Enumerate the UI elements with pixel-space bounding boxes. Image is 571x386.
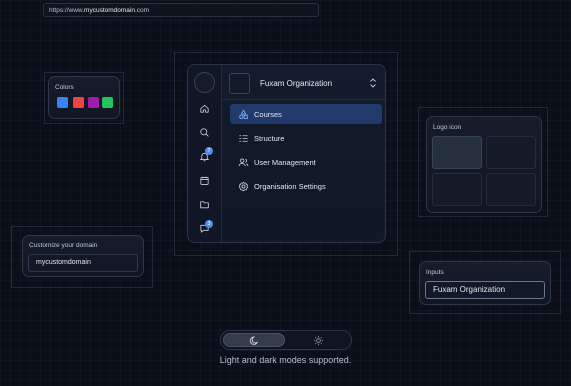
- nav-label-user-management: User Management: [254, 158, 316, 167]
- address-bar[interactable]: https://www.mycustomdomain.com: [43, 3, 319, 17]
- org-name: Fuxam Organization: [260, 79, 333, 88]
- icon-rail: 7 3: [188, 65, 222, 242]
- nav-item-organisation-settings[interactable]: Organisation Settings: [230, 176, 382, 196]
- url-host: mycustomdomain: [84, 7, 135, 14]
- gear-icon: [238, 181, 249, 192]
- swatch-blue[interactable]: [57, 97, 68, 108]
- swatch-red[interactable]: [73, 97, 84, 108]
- message-badge: 3: [205, 220, 213, 228]
- nav-label-structure: Structure: [254, 134, 285, 143]
- folder-icon[interactable]: [199, 199, 210, 210]
- nav-label-courses: Courses: [254, 110, 282, 119]
- calendar-icon[interactable]: [199, 175, 210, 186]
- url-suffix: .com: [134, 7, 150, 14]
- chevron-updown-icon[interactable]: [369, 77, 377, 89]
- nav-item-courses[interactable]: Courses: [230, 104, 382, 124]
- nav-item-user-management[interactable]: User Management: [230, 152, 382, 172]
- logo-option-2[interactable]: [486, 136, 536, 169]
- sidebar-panel: Fuxam Organization Courses Structure Use…: [222, 65, 385, 242]
- home-icon[interactable]: [199, 103, 210, 114]
- shapes-icon: [239, 109, 248, 119]
- colors-title: Colors: [55, 84, 74, 91]
- swatch-purple[interactable]: [88, 97, 99, 108]
- organization-input[interactable]: Fuxam Organization: [425, 281, 545, 299]
- divider: [222, 99, 385, 100]
- notification-badge: 7: [205, 147, 213, 155]
- nav-label-organisation-settings: Organisation Settings: [254, 182, 326, 191]
- inputs-title: Inputs: [426, 269, 444, 276]
- theme-toggle[interactable]: [220, 330, 352, 350]
- app-window: 7 3 Fuxam Organization Courses Structure…: [187, 64, 386, 243]
- logo-option-4[interactable]: [486, 173, 536, 206]
- caption: Light and dark modes supported.: [219, 355, 352, 365]
- domain-title: Customize your domain: [29, 242, 98, 249]
- logo-option-3[interactable]: [432, 173, 482, 206]
- org-switcher[interactable]: Fuxam Organization: [229, 73, 380, 95]
- avatar[interactable]: [194, 72, 215, 93]
- org-logo: [229, 73, 250, 94]
- logo-option-1[interactable]: [432, 136, 482, 169]
- sun-icon[interactable]: [313, 335, 324, 346]
- search-icon[interactable]: [199, 127, 210, 138]
- moon-icon[interactable]: [249, 335, 260, 346]
- url-prefix: https://www.: [49, 7, 85, 14]
- list-icon: [239, 135, 248, 142]
- users-icon: [238, 158, 249, 167]
- domain-input[interactable]: mycustomdomain: [28, 254, 138, 272]
- swatch-green[interactable]: [102, 97, 113, 108]
- logo-title: Logo icon: [433, 124, 462, 131]
- nav-item-structure[interactable]: Structure: [230, 128, 382, 148]
